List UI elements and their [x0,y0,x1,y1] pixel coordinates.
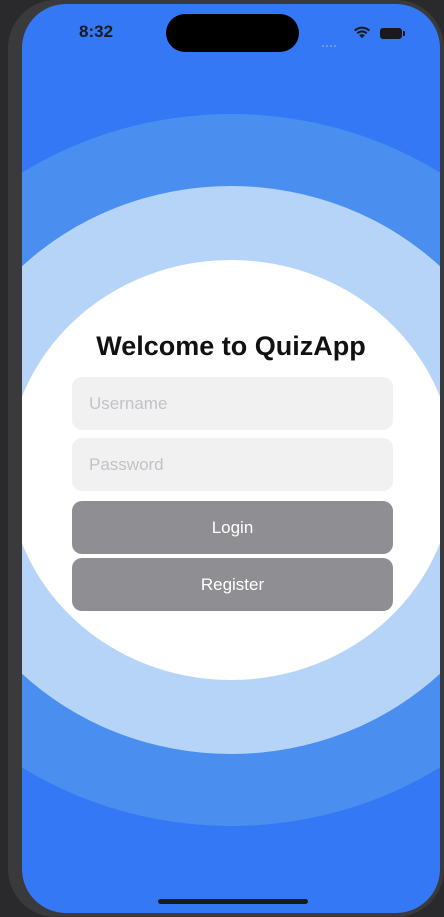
wifi-icon [354,26,370,39]
page-title: Welcome to QuizApp [96,331,366,361]
password-input[interactable] [72,438,393,491]
device-frame: 8:32 Welcome to QuizApp Login Register [0,0,444,917]
username-input[interactable] [72,377,393,430]
cellular-signal-icon [322,34,342,47]
battery-icon [380,28,405,39]
dynamic-island [166,14,299,52]
register-button[interactable]: Register [72,558,393,611]
status-time: 8:32 [79,22,114,41]
home-indicator[interactable] [158,899,308,904]
app-screen: 8:32 Welcome to QuizApp Login Register [22,4,440,913]
status-bar: 8:32 [22,4,440,60]
login-button[interactable]: Login [72,501,393,554]
